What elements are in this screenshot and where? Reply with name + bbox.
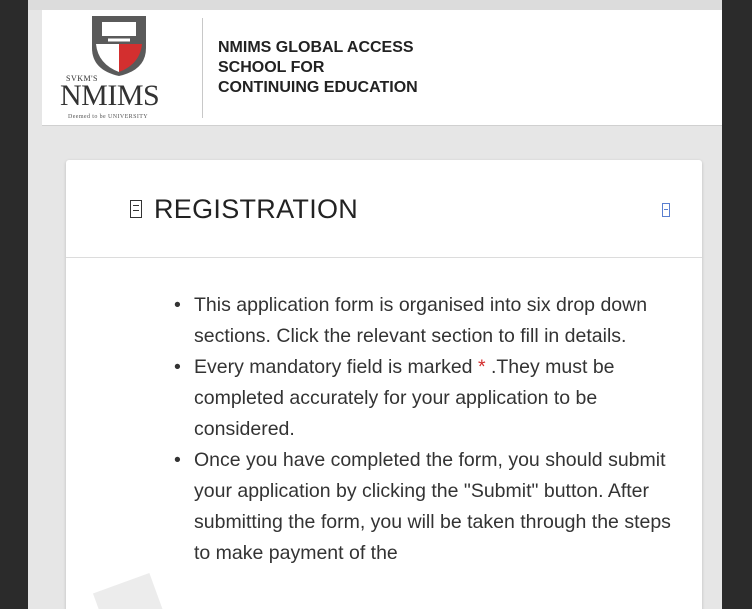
nmims-logo[interactable]: SVKM'S NMIMS Deemed to be UNIVERSITY xyxy=(52,14,190,122)
required-star: * xyxy=(477,356,486,378)
org-name: NMIMS GLOBAL ACCESS SCHOOL FOR CONTINUIN… xyxy=(218,38,418,98)
org-name-line-3: CONTINUING EDUCATION xyxy=(218,79,418,96)
top-edge xyxy=(28,0,722,10)
site-header: SVKM'S NMIMS Deemed to be UNIVERSITY NMI… xyxy=(42,10,722,126)
org-name-line-1: NMIMS GLOBAL ACCESS xyxy=(218,39,414,56)
instruction-item: • This application form is organised int… xyxy=(168,290,688,352)
instruction-text: This application form is organised into … xyxy=(194,294,648,347)
bullet: • xyxy=(174,294,181,316)
instruction-text: Once you have completed the form, you sh… xyxy=(194,449,671,564)
app-screen: SVKM'S NMIMS Deemed to be UNIVERSITY NMI… xyxy=(28,0,722,609)
header-divider xyxy=(202,18,203,118)
instructions-list: • This application form is organised int… xyxy=(168,290,688,569)
instruction-item: • Once you have completed the form, you … xyxy=(168,445,688,569)
registration-card: REGISTRATION • This application form is … xyxy=(66,160,702,609)
card-title: REGISTRATION xyxy=(154,194,359,224)
instruction-text-before: Every mandatory field is marked xyxy=(194,356,478,378)
registration-card-header[interactable]: REGISTRATION xyxy=(66,160,702,258)
bullet: • xyxy=(174,356,181,378)
shield-logo-icon xyxy=(92,16,146,76)
instruction-item: • Every mandatory field is marked * .The… xyxy=(168,352,688,445)
org-name-line-2: SCHOOL FOR xyxy=(218,59,325,76)
bullet: • xyxy=(174,449,181,471)
collapse-icon[interactable] xyxy=(662,203,670,217)
logo-wordmark: NMIMS xyxy=(60,79,160,112)
logo-tagline: Deemed to be UNIVERSITY xyxy=(68,114,149,120)
document-icon xyxy=(130,200,142,218)
